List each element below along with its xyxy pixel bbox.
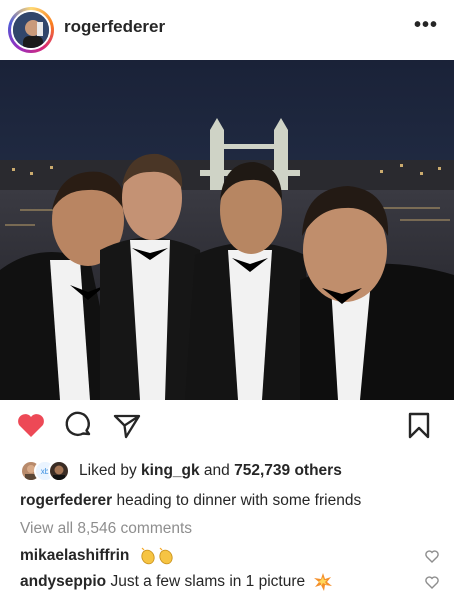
comment-row: mikaelashiffrin [20, 546, 440, 570]
post-photo[interactable] [0, 60, 454, 400]
more-options-icon[interactable]: ••• [414, 14, 438, 37]
view-all-comments-link[interactable]: View all 8,546 comments [20, 520, 192, 538]
likes-count[interactable]: 752,739 others [234, 462, 342, 479]
avatar-image [13, 12, 49, 48]
liker-avatar-3 [48, 460, 70, 482]
post-header: rogerfederer ••• [0, 0, 454, 58]
post-username[interactable]: rogerfederer [64, 17, 165, 37]
story-ring[interactable] [8, 7, 54, 53]
group-photo-illustration [0, 60, 454, 400]
comment-username[interactable]: andyseppio [20, 573, 106, 590]
bookmark-icon[interactable] [402, 408, 436, 442]
likes-text: Liked by king_gk and 752,739 others [79, 462, 342, 480]
caption-text: heading to dinner with some friends [112, 492, 362, 509]
comment-text: Just a few slams in 1 picture [106, 573, 306, 591]
like-comment-icon[interactable] [424, 574, 440, 590]
collision-emoji [314, 573, 333, 591]
likes-user[interactable]: king_gk [141, 462, 200, 479]
likes-and: and [199, 462, 235, 479]
heart-filled-icon[interactable] [14, 408, 48, 442]
comment-icon[interactable] [62, 408, 96, 442]
likes-prefix: Liked by [79, 462, 142, 479]
comment-username[interactable]: mikaelashiffrin [20, 547, 129, 564]
comment-row: andyseppio Just a few slams in 1 picture [20, 572, 440, 596]
caption-username[interactable]: rogerfederer [20, 492, 112, 509]
paper-plane-icon[interactable] [110, 408, 144, 442]
like-comment-icon[interactable] [424, 548, 440, 564]
action-bar [0, 408, 454, 448]
likes-row[interactable]: xb Liked by king_gk and 752,739 others [20, 458, 450, 484]
avatar[interactable] [11, 10, 51, 50]
clapping-hands-emoji [141, 547, 173, 565]
caption: rogerfederer heading to dinner with some… [20, 492, 361, 510]
